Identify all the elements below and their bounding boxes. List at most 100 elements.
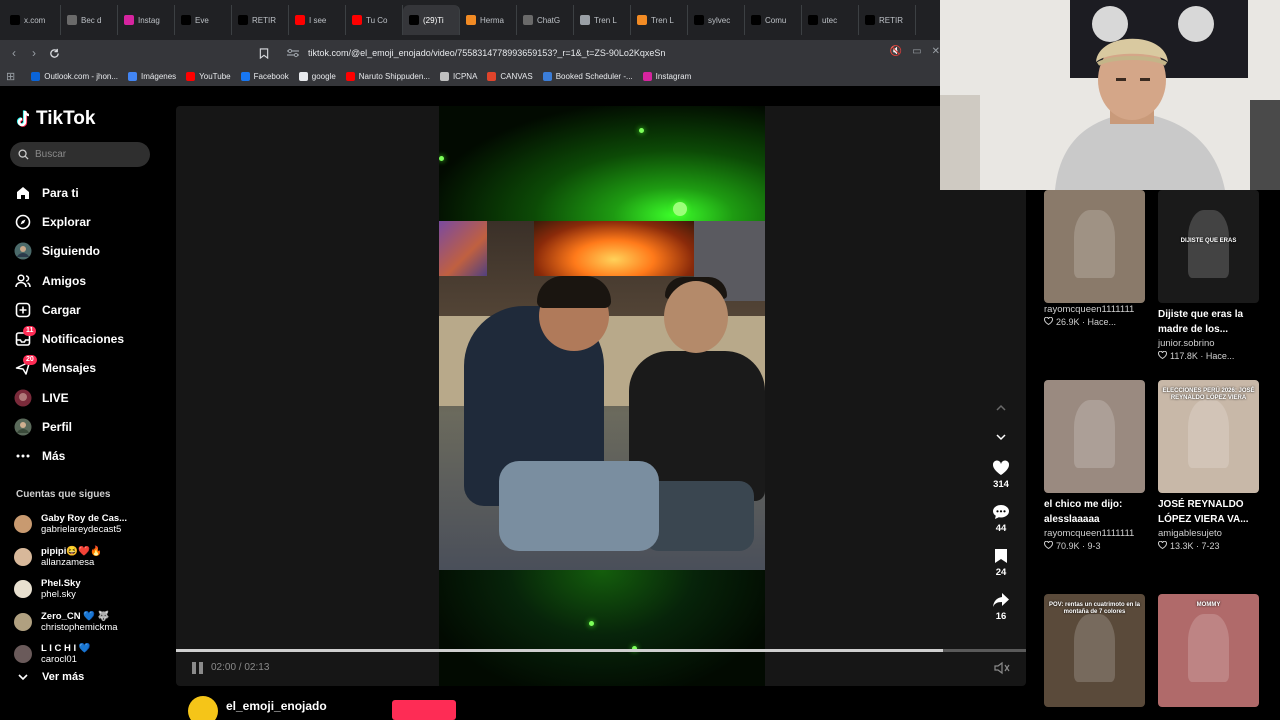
video-player[interactable]: 02:00 / 02:13 [176, 106, 1026, 686]
save-count: 24 [995, 567, 1007, 578]
follow-button[interactable] [392, 700, 456, 720]
volume-icon[interactable] [994, 661, 1010, 675]
search-input[interactable] [35, 149, 135, 160]
video-thumbnail[interactable]: MOMMY [1158, 594, 1259, 707]
feed-card[interactable]: rayomcqueen1111111 26.9K · Hace... [1044, 190, 1148, 327]
compass-icon [14, 213, 32, 231]
bookmark-favicon-icon [298, 71, 308, 81]
browser-tab[interactable]: sylvec [688, 5, 745, 35]
site-info-icon[interactable] [286, 48, 300, 58]
author-avatar[interactable] [188, 696, 218, 720]
bookmark-item[interactable]: Booked Scheduler -... [542, 71, 633, 81]
thumbnail-text: DIJISTE QUE ERAS [1180, 238, 1237, 244]
card-username[interactable]: rayomcqueen1111111 [1044, 528, 1148, 539]
main-nav: Para ti Explorar Siguiendo Amigos Cargar 11 No… [14, 178, 164, 471]
nav-item-siguiendo[interactable]: Siguiendo [14, 237, 164, 266]
browser-tab[interactable]: Instag [118, 5, 175, 35]
bookmark-favicon-icon [642, 71, 652, 81]
browser-tab[interactable]: ChatG [517, 5, 574, 35]
feed-card[interactable]: ELECCIONES PERÚ 2026: JOSÉ REYNALDO LÓPE… [1158, 380, 1262, 551]
back-button[interactable]: ‹ [4, 43, 24, 63]
search-box[interactable] [10, 142, 150, 167]
bookmark-item[interactable]: Imágenes [128, 71, 176, 81]
browser-tab[interactable]: Comu [745, 5, 802, 35]
mute-tab-icon[interactable]: 🔇 [890, 46, 902, 57]
browser-tab[interactable]: (29)Ti [403, 5, 460, 35]
profile-icon [14, 418, 32, 436]
bookmark-item[interactable]: YouTube [186, 71, 231, 81]
browser-tab[interactable]: x.com [4, 5, 61, 35]
feed-card[interactable]: DIJISTE QUE ERAS Dijiste que eras la madr… [1158, 190, 1262, 361]
chevron-down-icon[interactable] [992, 432, 1010, 442]
video-thumbnail[interactable]: POV: rentas un cuatrimoto en la montaña … [1044, 594, 1145, 707]
bookmark-item[interactable]: Instagram [642, 71, 691, 81]
nav-item-live[interactable]: LIVE [14, 383, 164, 412]
followed-account[interactable]: Phel.Sky phel.sky [14, 573, 164, 606]
bookmark-label: Booked Scheduler -... [555, 71, 633, 81]
bookmark-item[interactable]: CANVAS [487, 71, 533, 81]
pause-button[interactable] [192, 662, 206, 676]
author-name[interactable]: el_emoji_enojado [226, 699, 327, 713]
folder-icon [466, 15, 476, 25]
chevron-up-icon[interactable] [992, 403, 1010, 413]
extension-icon[interactable]: ✕ [932, 46, 940, 57]
video-thumbnail[interactable]: ELECCIONES PERÚ 2026: JOSÉ REYNALDO LÓPE… [1158, 380, 1259, 493]
browser-tab[interactable]: Tren L [631, 5, 688, 35]
inbox-icon: 11 [14, 326, 37, 348]
apps-grid-icon[interactable]: ⊞ [6, 70, 15, 83]
see-more-button[interactable]: Ver más [18, 671, 84, 683]
progress-fill [176, 649, 943, 652]
video-frame[interactable] [439, 106, 765, 686]
nav-item-ms[interactable]: Más [14, 442, 164, 471]
bookmark-item[interactable]: ICPNA [439, 71, 477, 81]
browser-tab[interactable]: RETIR [859, 5, 916, 35]
card-username[interactable]: amigablesujeto [1158, 528, 1262, 539]
nav-label: Mensajes [42, 361, 97, 376]
forward-button[interactable]: › [24, 43, 44, 63]
bookmark-item[interactable]: Facebook [240, 71, 289, 81]
progress-bar[interactable] [176, 649, 1026, 652]
browser-tab[interactable]: Tu Co [346, 5, 403, 35]
share-button[interactable]: 16 [992, 592, 1010, 636]
share-arrow-icon [993, 593, 1009, 607]
bookmark-item[interactable]: Naruto Shippuden... [345, 71, 430, 81]
feed-card[interactable]: el chico me dijo: alesslaaaaa rayomcqueen… [1044, 380, 1148, 551]
tiktok-logo[interactable]: TikTok [16, 108, 95, 130]
nav-item-parati[interactable]: Para ti [14, 178, 164, 207]
like-button[interactable]: 314 [992, 460, 1010, 504]
cast-icon[interactable]: ▭ [912, 46, 921, 57]
browser-tab[interactable]: Eve [175, 5, 232, 35]
video-thumbnail[interactable] [1044, 190, 1145, 303]
video-thumbnail[interactable] [1044, 380, 1145, 493]
browser-tab[interactable]: RETIR [232, 5, 289, 35]
card-username[interactable]: rayomcqueen1111111 [1044, 304, 1148, 315]
reload-button[interactable] [44, 43, 64, 63]
bookmark-item[interactable]: Outlook.com - jhon... [31, 71, 118, 81]
save-button[interactable]: 24 [994, 548, 1008, 592]
card-stats: 117.8K · Hace... [1170, 351, 1235, 361]
browser-tab[interactable]: Herma [460, 5, 517, 35]
followed-account[interactable]: L I C H I 💙 carocl01 [14, 638, 164, 671]
avatar [14, 645, 32, 664]
card-username[interactable]: junior.sobrino [1158, 338, 1262, 349]
nav-item-explorar[interactable]: Explorar [14, 207, 164, 236]
address-bar[interactable]: tiktok.com/@el_emoji_enojado/video/75583… [258, 43, 940, 63]
followed-account[interactable]: Zero_CN 💙 🐺 christophemickma [14, 606, 164, 639]
nav-item-notificaciones[interactable]: 11 Notificaciones [14, 324, 164, 353]
followed-account[interactable]: pipipi😆❤️🔥 allanzamesa [14, 541, 164, 574]
video-thumbnail[interactable]: DIJISTE QUE ERAS [1158, 190, 1259, 303]
browser-tab[interactable]: I see [289, 5, 346, 35]
nav-item-mensajes[interactable]: 20 Mensajes [14, 354, 164, 383]
comment-button[interactable]: 44 [992, 504, 1010, 548]
feed-card[interactable]: MOMMY [1158, 594, 1262, 707]
feed-card[interactable]: POV: rentas un cuatrimoto en la montaña … [1044, 594, 1148, 707]
bookmark-item[interactable]: google [298, 71, 336, 81]
nav-item-cargar[interactable]: Cargar [14, 295, 164, 324]
browser-tab[interactable]: Tren L [574, 5, 631, 35]
spark [673, 202, 687, 216]
followed-account[interactable]: Gaby Roy de Cas... gabrielareydecast5 [14, 508, 164, 541]
nav-item-perfil[interactable]: Perfil [14, 412, 164, 441]
browser-tab[interactable]: Bec d [61, 5, 118, 35]
nav-item-amigos[interactable]: Amigos [14, 266, 164, 295]
browser-tab[interactable]: utec [802, 5, 859, 35]
